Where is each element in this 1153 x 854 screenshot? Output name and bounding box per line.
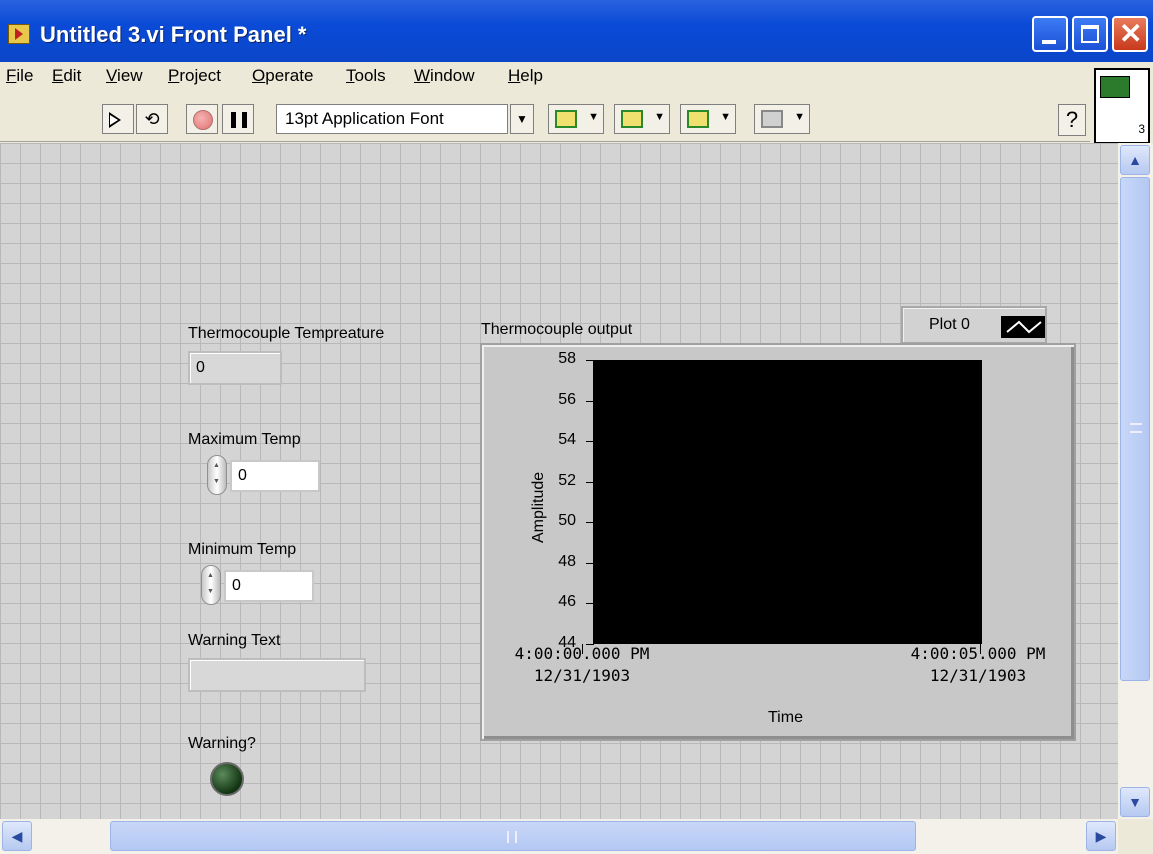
front-panel[interactable]: Thermocouple Tempreature 0 Maximum Temp …: [0, 143, 1118, 819]
minimize-button[interactable]: [1032, 16, 1068, 52]
reorder-button[interactable]: ▼: [754, 104, 810, 134]
scroll-up-button[interactable]: ▲: [1120, 145, 1150, 175]
window-title: Untitled 3.vi Front Panel *: [40, 22, 307, 47]
minimize-icon: [1042, 40, 1056, 44]
y-axis-label: Amplitude: [530, 471, 547, 543]
run-arrow-icon: [109, 112, 121, 128]
max-temp-label: Maximum Temp: [188, 431, 301, 448]
legend-plot-name: Plot 0: [929, 316, 970, 333]
chevron-down-icon: ▼: [720, 111, 731, 123]
menu-file[interactable]: File: [6, 66, 33, 86]
warning-text-label: Warning Text: [188, 632, 281, 649]
menu-edit[interactable]: Edit: [52, 66, 81, 86]
align-objects-icon: [555, 110, 577, 128]
thermocouple-temp-indicator: 0: [188, 351, 282, 385]
vi-connector-icon[interactable]: 3: [1094, 68, 1150, 144]
x-tick-label: 4:00:05.000 PM 12/31/1903: [910, 644, 1046, 685]
resize-objects-button[interactable]: ▼: [680, 104, 736, 134]
context-help-button[interactable]: ?: [1058, 104, 1086, 136]
max-temp-increment-decrement[interactable]: [207, 455, 227, 495]
legend-line-swatch: [1001, 316, 1045, 338]
pause-button[interactable]: [222, 104, 254, 134]
pause-icon: [231, 112, 247, 128]
x-axis-label: Time: [768, 709, 803, 726]
warning-led: [210, 762, 244, 796]
run-button[interactable]: [102, 104, 134, 134]
x-tick-label: 4:00:00.000 PM 12/31/1903: [514, 644, 650, 685]
distribute-objects-button[interactable]: ▼: [614, 104, 670, 134]
plot-legend[interactable]: Plot 0: [901, 306, 1047, 344]
font-select[interactable]: 13pt Application Font: [276, 104, 508, 134]
resize-objects-icon: [687, 110, 709, 128]
distribute-objects-icon: [621, 110, 643, 128]
align-objects-button[interactable]: ▼: [548, 104, 604, 134]
min-temp-label: Minimum Temp: [188, 541, 297, 558]
plot-area[interactable]: [594, 360, 982, 644]
menu-tools[interactable]: Tools: [346, 66, 386, 86]
y-tick-label: 46: [558, 593, 576, 611]
menu-window[interactable]: Window: [414, 66, 474, 86]
y-axis-line: [593, 360, 594, 644]
reorder-icon: [761, 110, 783, 128]
scroll-left-button[interactable]: ◀: [2, 821, 32, 851]
warning-text-indicator: [188, 658, 366, 692]
close-button[interactable]: ✕: [1112, 16, 1148, 52]
abort-button[interactable]: [186, 104, 218, 134]
font-select-dropdown[interactable]: ▼: [510, 104, 534, 134]
chart-title: Thermocouple output: [481, 321, 633, 338]
warning-led-label: Warning?: [188, 735, 256, 752]
y-tick-label: 56: [558, 390, 576, 408]
maximize-button[interactable]: [1072, 16, 1108, 52]
menu-view[interactable]: View: [106, 66, 143, 86]
scroll-down-button[interactable]: ▼: [1120, 787, 1150, 817]
chevron-down-icon: ▼: [654, 111, 665, 123]
run-continuously-button[interactable]: ⟲: [136, 104, 168, 134]
resize-grip[interactable]: [1118, 819, 1153, 854]
run-continuously-icon: ⟲: [144, 109, 160, 129]
menu-operate[interactable]: Operate: [252, 66, 313, 86]
close-icon: ✕: [1119, 18, 1143, 49]
chevron-down-icon: ▼: [588, 111, 599, 123]
scroll-right-button[interactable]: ▶: [1086, 821, 1116, 851]
menu-help[interactable]: Help: [508, 66, 543, 86]
vertical-scroll-thumb[interactable]: [1120, 177, 1150, 681]
y-tick-label: 58: [558, 350, 576, 367]
labview-app-icon: [8, 24, 30, 44]
min-temp-increment-decrement[interactable]: [201, 565, 221, 605]
title-bar: Untitled 3.vi Front Panel * ✕: [0, 0, 1153, 62]
max-temp-input[interactable]: 0: [230, 460, 320, 492]
abort-icon: [193, 110, 213, 130]
chevron-down-icon: ▼: [794, 111, 805, 123]
horizontal-scroll-thumb[interactable]: [110, 821, 916, 851]
menu-bar: File Edit View Project Operate Tools Win…: [0, 62, 1090, 94]
maximize-icon: [1081, 25, 1099, 43]
toolbar: ⟲ 13pt Application Font ▼ ▼ ▼ ▼ ▼ ?: [0, 94, 1090, 142]
y-tick-label: 54: [558, 431, 576, 449]
thermocouple-temp-label: Thermocouple Tempreature: [188, 325, 385, 342]
menu-project[interactable]: Project: [168, 66, 221, 86]
vertical-scrollbar[interactable]: ▲ ▼: [1118, 143, 1153, 819]
vi-graph-icon: [1100, 76, 1130, 98]
min-temp-input[interactable]: 0: [224, 570, 314, 602]
y-tick-label: 48: [558, 552, 576, 570]
horizontal-scrollbar[interactable]: ◀ ▶: [0, 819, 1118, 854]
